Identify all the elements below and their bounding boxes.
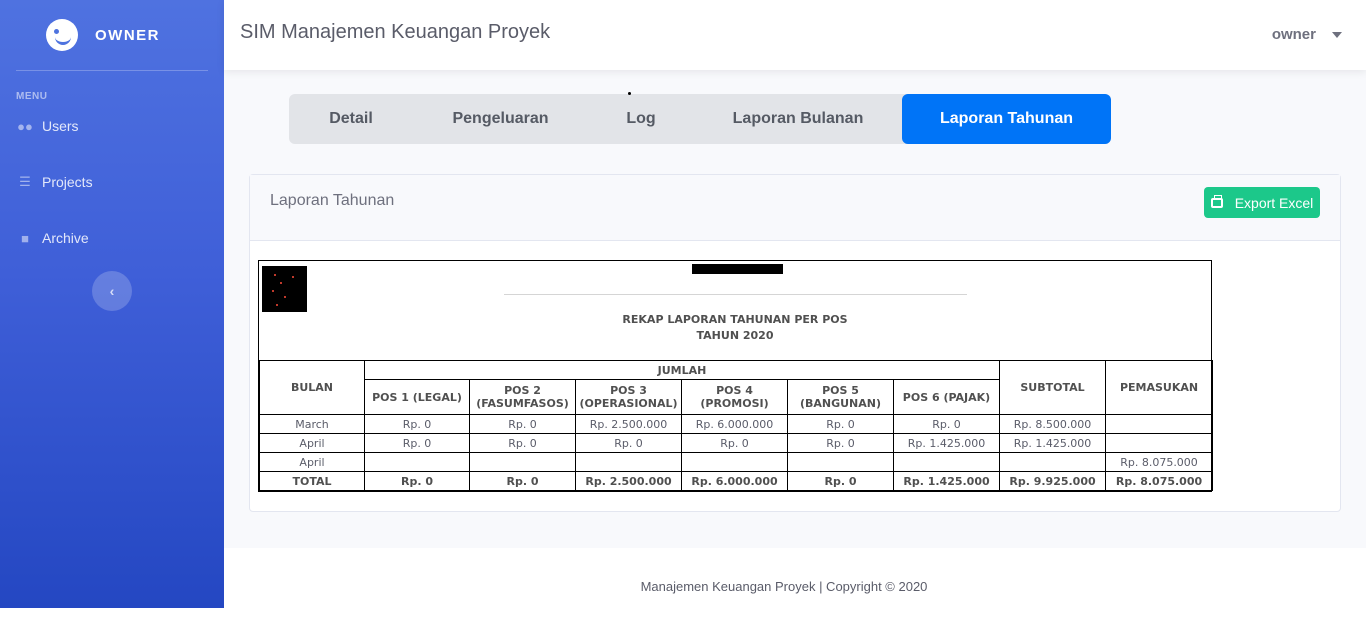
card-header: Laporan Tahunan Export Excel (250, 175, 1340, 241)
cell-pos-5 (787, 452, 894, 472)
cell-pos-4: Rp. 6.000.000 (681, 414, 788, 434)
header-pos-1: POS 1 (LEGAL) (364, 379, 470, 415)
tab-pengeluaran[interactable]: Pengeluaran (413, 94, 588, 144)
cell-pos-3: Rp. 0 (575, 433, 682, 453)
tab-laporan-bulanan[interactable]: Laporan Bulanan (694, 94, 902, 144)
export-excel-button[interactable]: Export Excel (1204, 187, 1320, 218)
header-pemasukan: PEMASUKAN (1105, 360, 1214, 415)
cell-total-pemasukan: Rp. 8.075.000 (1105, 471, 1214, 491)
header-pos-4: POS 4 (PROMOSI) (681, 379, 788, 415)
header-pos-2: POS 2 (FASUMFASOS) (469, 379, 576, 415)
sidebar-toggle-button[interactable]: ‹ (92, 271, 132, 311)
brand[interactable]: OWNER (0, 0, 224, 70)
sidebar: OWNER MENU ●● Users ☰ Projects ■ Archive… (0, 0, 224, 608)
tab-laporan-tahunan[interactable]: Laporan Tahunan (902, 94, 1111, 144)
header-bulan: BULAN (259, 360, 365, 415)
tab-detail[interactable]: Detail (289, 94, 413, 144)
cell-pos-4: Rp. 0 (681, 433, 788, 453)
sidebar-item-projects[interactable]: ☰ Projects (0, 154, 224, 210)
report-table: BULAN JUMLAH SUBTOTAL PEMASUKAN POS 1 (L… (259, 360, 1214, 491)
table-row: April Rp. 0 Rp. 0 Rp. 0 Rp. 0 Rp. 0 Rp. … (259, 433, 1214, 453)
main-content: Detail Pengeluaran Log Laporan Bulanan L… (224, 70, 1366, 548)
cell-bulan: March (259, 414, 365, 434)
caret-down-icon (1332, 31, 1342, 38)
header-subtotal: SUBTOTAL (999, 360, 1107, 415)
cell-total-pos-2: Rp. 0 (469, 471, 576, 491)
user-dropdown[interactable]: owner (1272, 26, 1342, 43)
cell-total-pos-6: Rp. 1.425.000 (892, 471, 1001, 491)
cell-bulan: April (259, 433, 365, 453)
cell-pos-5: Rp. 0 (787, 433, 894, 453)
cell-total-subtotal: Rp. 9.925.000 (999, 471, 1107, 491)
redacted-header (692, 264, 783, 274)
cell-pos-4 (681, 452, 788, 472)
tab-bar: Detail Pengeluaran Log Laporan Bulanan L… (289, 94, 1111, 144)
table-row: April Rp. 8.075.000 (259, 452, 1214, 472)
tab-log[interactable]: Log (588, 94, 694, 144)
cell-pos-1: Rp. 0 (364, 414, 470, 434)
header-pos-6: POS 6 (PAJAK) (892, 379, 1001, 415)
cell-pos-2: Rp. 0 (469, 414, 576, 434)
cell-pos-6: Rp. 0 (892, 414, 1001, 434)
app-title: SIM Manajemen Keuangan Proyek (240, 21, 551, 43)
company-logo (262, 266, 307, 312)
cell-pos-3 (575, 452, 682, 472)
brand-name: OWNER (95, 26, 160, 44)
chevron-left-icon: ‹ (109, 283, 115, 299)
sidebar-item-archive[interactable]: ■ Archive (0, 210, 224, 266)
stray-dot (628, 92, 631, 95)
cell-pos-3: Rp. 2.500.000 (575, 414, 682, 434)
sidebar-item-label: Users (42, 118, 79, 134)
smile-wink-icon (46, 19, 78, 51)
cell-total-pos-4: Rp. 6.000.000 (681, 471, 788, 491)
cell-subtotal: Rp. 1.425.000 (999, 433, 1107, 453)
cell-total-pos-5: Rp. 0 (787, 471, 894, 491)
cell-total-pos-3: Rp. 2.500.000 (575, 471, 682, 491)
cell-pos-2: Rp. 0 (469, 433, 576, 453)
cell-subtotal: Rp. 8.500.000 (999, 414, 1107, 434)
cell-pos-1 (364, 452, 470, 472)
cell-pos-1: Rp. 0 (364, 433, 470, 453)
user-name: owner (1271, 26, 1316, 43)
report-sheet: REKAP LAPORAN TAHUNAN PER POS TAHUN 2020… (258, 260, 1214, 492)
cell-pemasukan (1105, 433, 1214, 453)
tasks-icon: ☰ (19, 174, 31, 189)
table-row: March Rp. 0 Rp. 0 Rp. 2.500.000 Rp. 6.00… (259, 414, 1214, 434)
print-icon (1210, 194, 1223, 208)
report-title: REKAP LAPORAN TAHUNAN PER POS (622, 313, 848, 326)
users-icon: ●● (17, 118, 33, 134)
cell-pos-6 (892, 452, 1001, 472)
cell-total-label: TOTAL (259, 471, 365, 491)
cell-pemasukan (1105, 414, 1214, 434)
header-jumlah: JUMLAH (363, 360, 1001, 380)
header-pos-3: POS 3 (OPERASIONAL) (575, 379, 682, 415)
report-card: Laporan Tahunan Export Excel REKAP LAPOR… (249, 174, 1341, 512)
total-row: TOTAL Rp. 0 Rp. 0 Rp. 2.500.000 Rp. 6.00… (259, 471, 1214, 491)
cell-pos-6: Rp. 1.425.000 (892, 433, 1001, 453)
cell-pos-5: Rp. 0 (787, 414, 894, 434)
footer-copyright: Manajemen Keuangan Proyek | Copyright © … (640, 579, 928, 594)
cell-pemasukan: Rp. 8.075.000 (1105, 452, 1214, 472)
book-icon: ■ (21, 230, 29, 246)
export-label: Export Excel (1234, 194, 1314, 211)
header-divider (504, 294, 967, 295)
card-title: Laporan Tahunan (270, 192, 395, 209)
cell-bulan: April (259, 452, 365, 472)
sidebar-item-label: Archive (42, 230, 89, 246)
cell-total-pos-1: Rp. 0 (364, 471, 470, 491)
sidebar-item-label: Projects (42, 174, 93, 190)
report-header: REKAP LAPORAN TAHUNAN PER POS TAHUN 2020 (259, 261, 1211, 360)
cell-pos-2 (469, 452, 576, 472)
footer: Manajemen Keuangan Proyek | Copyright © … (224, 548, 1344, 608)
cell-subtotal (999, 452, 1107, 472)
report-year: TAHUN 2020 (696, 329, 774, 342)
header-pos-5: POS 5 (BANGUNAN) (787, 379, 894, 415)
sidebar-item-users[interactable]: ●● Users (0, 98, 224, 154)
topbar: SIM Manajemen Keuangan Proyek owner (224, 0, 1366, 70)
